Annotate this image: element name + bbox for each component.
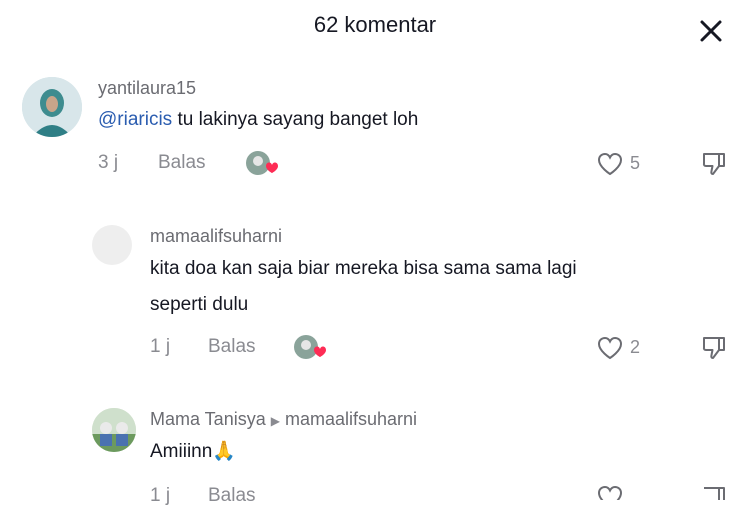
like-button[interactable] <box>596 335 624 366</box>
mention-link[interactable]: @riaricis <box>98 109 172 130</box>
heart-outline-icon <box>597 336 623 360</box>
reply-button[interactable]: Balas <box>208 485 256 507</box>
thumbs-down-icon <box>702 153 725 175</box>
like-count: 2 <box>630 337 641 357</box>
comment-time: 1 j <box>150 336 171 357</box>
comment-time: 3 j <box>98 152 119 173</box>
comment-time: 1 j <box>150 485 171 506</box>
comment-username[interactable]: Mama Tanisya <box>150 409 266 429</box>
avatar-mamaalifsuharni[interactable] <box>92 225 132 265</box>
reply-button[interactable]: Balas <box>208 336 256 358</box>
like-button[interactable] <box>596 151 624 182</box>
comments-count-title: 62 komentar <box>313 12 437 37</box>
reply-arrow-icon: ▶ <box>270 414 280 428</box>
avatar-mama-tanisya[interactable] <box>92 408 136 452</box>
thumbs-down-icon <box>704 487 725 500</box>
heart-outline-icon <box>597 152 623 176</box>
comment-text: @riaricis tu lakinya sayang banget loh <box>98 102 418 138</box>
comment-body: tu lakinya sayang banget loh <box>172 109 419 130</box>
avatar-yantilaura15[interactable] <box>22 77 82 137</box>
like-button[interactable] <box>596 484 624 507</box>
comment-text-line1: kita doa kan saja biar mereka bisa sama … <box>150 258 577 279</box>
dislike-button[interactable] <box>700 334 728 367</box>
dislike-button[interactable] <box>700 484 728 505</box>
comment-username[interactable]: yantilaura15 <box>98 78 196 99</box>
thumbs-down-icon <box>702 337 725 359</box>
reply-button[interactable]: Balas <box>158 152 206 174</box>
close-button[interactable] <box>694 14 728 48</box>
comment-username-line: Mama Tanisya ▶ mamaalifsuharni <box>150 409 417 430</box>
reply-to-username[interactable]: mamaalifsuharni <box>285 409 417 429</box>
reactor-avatars[interactable] <box>244 148 284 178</box>
comment-text-line2: seperti dulu <box>150 294 249 315</box>
comment-username[interactable]: mamaalifsuharni <box>150 226 282 247</box>
comment-text: Amiiinn🙏 <box>150 434 236 470</box>
dislike-button[interactable] <box>700 150 728 183</box>
like-count: 5 <box>630 153 641 173</box>
praying-hands-emoji: 🙏 <box>212 441 236 462</box>
heart-outline-icon <box>597 485 623 507</box>
reactor-avatars[interactable] <box>292 332 332 362</box>
comment-body: Amiiinn <box>150 441 213 462</box>
close-icon <box>700 20 722 42</box>
